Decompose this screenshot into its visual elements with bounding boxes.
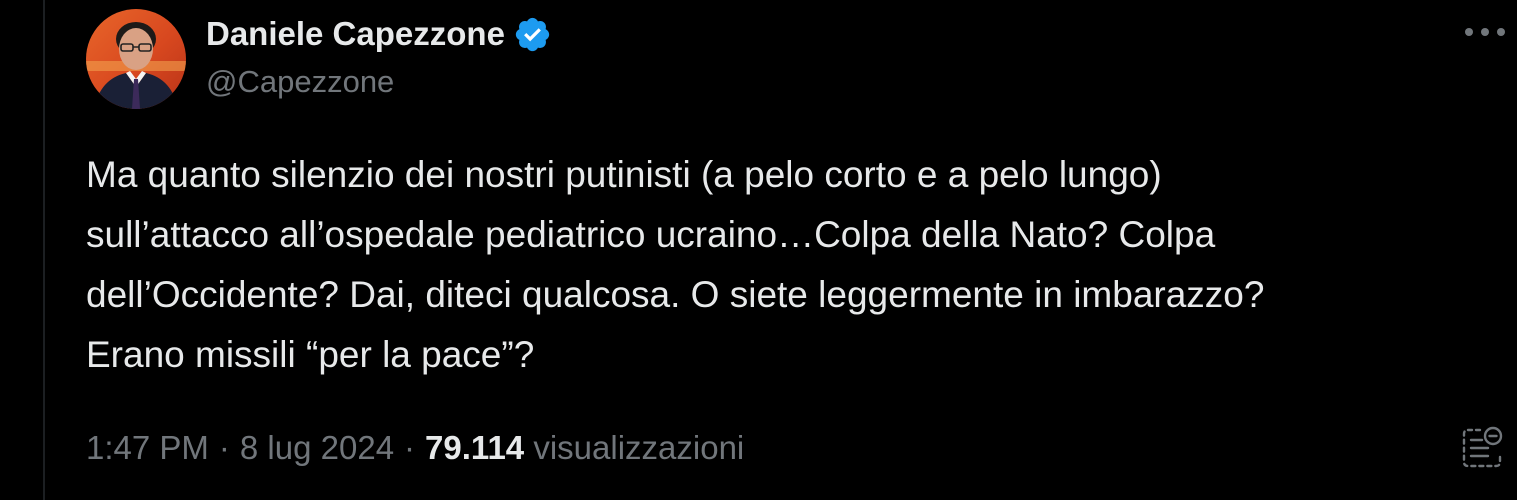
tweet-text-line: Erano missili “per la pace”? xyxy=(86,334,535,375)
meta-separator: · xyxy=(404,429,416,466)
avatar[interactable] xyxy=(86,9,186,109)
tweet-time[interactable]: 1:47 PM xyxy=(86,429,209,466)
tweet: Daniele Capezzone @Capezzone Ma quanto s… xyxy=(86,0,1506,500)
more-dot xyxy=(1465,28,1473,36)
tweet-text-line: dell’Occidente? Dai, diteci qualcosa. O … xyxy=(86,274,1265,315)
views-label: visualizzazioni xyxy=(533,429,745,466)
avatar-image xyxy=(86,9,186,109)
author-handle[interactable]: @Capezzone xyxy=(206,64,394,100)
author-display-name[interactable]: Daniele Capezzone xyxy=(206,15,505,53)
tweet-text: Ma quanto silenzio dei nostri putinisti … xyxy=(86,145,1501,385)
tweet-date[interactable]: 8 lug 2024 xyxy=(240,429,394,466)
more-dot xyxy=(1481,28,1489,36)
post-analytics-icon[interactable] xyxy=(1460,424,1504,470)
tweet-meta: 1:47 PM · 8 lug 2024 · 79.114 visualizzazion… xyxy=(86,428,744,468)
views-count: 79.114 xyxy=(425,429,525,466)
verified-badge-icon[interactable] xyxy=(513,15,552,54)
meta-separator: · xyxy=(218,429,230,466)
author-name-row: Daniele Capezzone xyxy=(206,14,552,54)
more-dot xyxy=(1497,28,1505,36)
tweet-text-line: sull’attacco all’ospedale pediatrico ucr… xyxy=(86,214,1216,255)
timeline-border xyxy=(43,0,45,500)
tweet-text-line: Ma quanto silenzio dei nostri putinisti … xyxy=(86,154,1162,195)
more-options-icon[interactable] xyxy=(1465,22,1505,42)
